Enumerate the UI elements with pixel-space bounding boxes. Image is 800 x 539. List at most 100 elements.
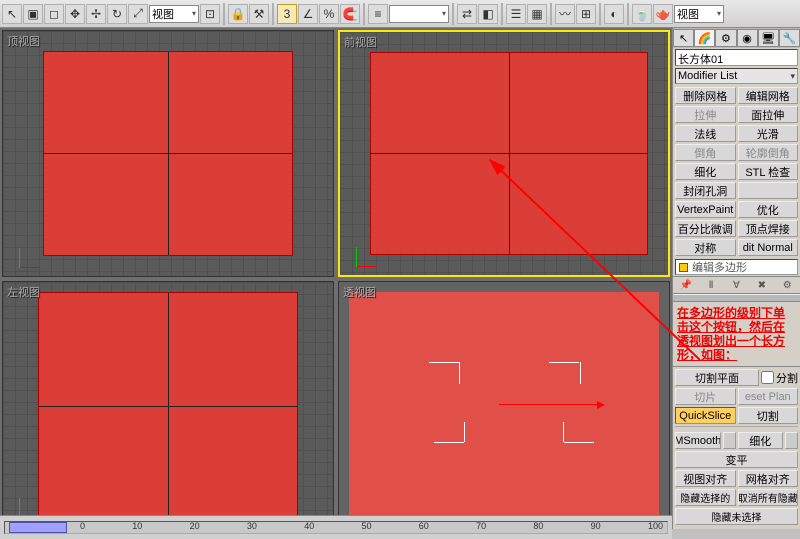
make-planar-button[interactable]: 变平 [675, 451, 798, 468]
split-checkbox[interactable]: 分割 [761, 369, 798, 386]
mirror-icon[interactable]: ⇄ [457, 4, 477, 24]
viewport-left[interactable]: 左视图 [2, 281, 334, 528]
grid-align-button[interactable]: 网格对齐 [738, 470, 799, 487]
slice-plane-button[interactable]: 切割平面 [675, 369, 759, 386]
remove-modifier-icon[interactable]: ✖ [754, 278, 770, 292]
viewport-label: 前视图 [344, 34, 377, 50]
time-slider[interactable]: 010 2030 4050 6070 8090 100 [4, 521, 668, 534]
render-view-dropdown[interactable]: 视图 [674, 5, 724, 23]
msmooth-settings-button[interactable] [723, 432, 736, 449]
symmetry-button[interactable]: 对称 [675, 239, 736, 256]
hide-selected-button[interactable]: 隐藏选择的 [675, 489, 736, 506]
separator [627, 3, 629, 25]
command-panel-tabs: ↖ 🌈 ⚙ ◉ 🖥 🔧 [673, 28, 800, 48]
scene-explorer-icon[interactable]: ▦ [527, 4, 547, 24]
separator [550, 3, 552, 25]
face-extrude-button[interactable]: 面拉伸 [738, 106, 799, 123]
red-plane [38, 292, 298, 522]
modifier-list-dropdown[interactable]: Modifier List [675, 68, 798, 84]
make-unique-icon[interactable]: ∀ [728, 278, 744, 292]
tab-utilities[interactable]: 🔧 [779, 29, 800, 47]
separator [501, 3, 503, 25]
rotate-icon[interactable]: ↻ [107, 4, 127, 24]
object-name-field[interactable]: 长方体01 [675, 49, 798, 66]
view-align-button[interactable]: 视图对齐 [675, 470, 736, 487]
scale-icon[interactable]: ⤢ [128, 4, 148, 24]
tab-create[interactable]: ↖ [673, 29, 694, 47]
cut-button[interactable]: 切割 [738, 407, 799, 424]
quickslice-button[interactable]: QuickSlice [675, 407, 736, 424]
tessellate2-button[interactable]: 细化 [738, 432, 784, 449]
viewport-perspective[interactable]: 透视图 [338, 281, 670, 528]
named-selection-dropdown[interactable] [389, 5, 449, 23]
curve-editor-icon[interactable]: 〰 [555, 4, 575, 24]
tessellate-settings-button[interactable] [785, 432, 798, 449]
edit-geometry-section: 切割平面 分割 切片 eset Plan QuickSlice 切割 MSmoo… [673, 366, 800, 529]
render-icon[interactable]: 🫖 [653, 4, 673, 24]
tab-hierarchy[interactable]: ⚙ [715, 29, 736, 47]
schematic-view-icon[interactable]: ⊞ [576, 4, 596, 24]
snap-toggle-icon[interactable]: 3 [277, 4, 297, 24]
normal-button[interactable]: 法线 [675, 125, 736, 142]
select-lock-icon[interactable]: 🔒 [228, 4, 248, 24]
reference-coord-dropdown[interactable]: 视图 [149, 5, 199, 23]
percent-snap-icon[interactable]: % [319, 4, 339, 24]
show-end-result-icon[interactable]: Ⅱ [703, 278, 719, 292]
select-region-icon[interactable]: ▣ [23, 4, 43, 24]
viewport-top[interactable]: 顶视图 [2, 30, 334, 277]
extrude-button[interactable]: 拉伸 [675, 106, 736, 123]
angle-snap-icon[interactable]: ∠ [298, 4, 318, 24]
hide-unselected-button[interactable]: 隐藏未选择 [675, 508, 798, 525]
viewport-front[interactable]: 前视图 [338, 30, 670, 277]
axis-gizmo [346, 235, 380, 269]
edit-normal-button[interactable]: dit Normal [738, 239, 799, 256]
rollout-header[interactable] [673, 294, 800, 302]
percent-adjust-button[interactable]: 百分比微调 [675, 220, 736, 237]
time-slider-handle[interactable] [9, 522, 67, 533]
status-bar: 010 2030 4050 6070 8090 100 [0, 515, 672, 539]
stl-check-button[interactable]: STL 检查 [738, 163, 799, 180]
msmooth-button[interactable]: MSmooth [675, 432, 721, 449]
spinner-snap-icon[interactable]: 🧲 [340, 4, 360, 24]
bevel-button[interactable]: 倒角 [675, 144, 736, 161]
viewport-label: 顶视图 [7, 33, 40, 49]
align-icon[interactable]: ◧ [478, 4, 498, 24]
manipulate-icon[interactable]: ⚒ [249, 4, 269, 24]
crosshair-icon[interactable]: ✥ [65, 4, 85, 24]
render-setup-icon[interactable]: 🍵 [632, 4, 652, 24]
cap-holes-button[interactable]: 封闭孔洞 [675, 182, 736, 199]
pivot-icon[interactable]: ⊡ [200, 4, 220, 24]
tab-modify[interactable]: 🌈 [694, 29, 715, 47]
vertex-paint-button[interactable]: VertexPaint [675, 201, 736, 218]
main-toolbar: ↖ ▣ ◻ ✥ ✢ ↻ ⤢ 视图 ⊡ 🔒 ⚒ 3 ∠ % 🧲 ≡ ⇄ ◧ ☰ ▦… [0, 0, 800, 28]
pin-stack-icon[interactable]: 📌 [678, 278, 694, 292]
stack-tool-icons: 📌 Ⅱ ∀ ✖ ⚙ [673, 276, 800, 294]
optimize-button[interactable]: 优化 [738, 201, 799, 218]
modifier-button-grid: 删除网格 编辑网格 拉伸 面拉伸 法线 光滑 倒角 轮廓倒角 细化 STL 检查… [673, 85, 800, 258]
vertex-weld-button[interactable]: 顶点焊接 [738, 220, 799, 237]
delete-mesh-button[interactable]: 删除网格 [675, 87, 736, 104]
layers-icon[interactable]: ☰ [506, 4, 526, 24]
named-sel-icon[interactable]: ≡ [368, 4, 388, 24]
material-editor-icon[interactable]: ◐ [604, 4, 624, 24]
modifier-stack-item[interactable]: 编辑多边形 [675, 259, 798, 275]
slice-button[interactable]: 切片 [675, 388, 736, 405]
smooth-button[interactable]: 光滑 [738, 125, 799, 142]
separator [452, 3, 454, 25]
separator [272, 3, 274, 25]
tab-display[interactable]: 🖥 [758, 29, 779, 47]
configure-icon[interactable]: ⚙ [779, 278, 795, 292]
unhide-all-button[interactable]: 取消所有隐藏 [738, 489, 799, 506]
outline-bevel-button[interactable]: 轮廓倒角 [738, 144, 799, 161]
select-rect-icon[interactable]: ◻ [44, 4, 64, 24]
reset-plane-button[interactable]: eset Plan [738, 388, 799, 405]
edit-mesh-button[interactable]: 编辑网格 [738, 87, 799, 104]
move-icon[interactable]: ✢ [86, 4, 106, 24]
viewport-grid: 顶视图 前视图 左视图 [0, 28, 672, 529]
viewport-label: 透视图 [343, 284, 376, 300]
cursor-icon[interactable]: ↖ [2, 4, 22, 24]
tab-motion[interactable]: ◉ [737, 29, 758, 47]
red-plane [43, 51, 293, 256]
tessellate-button[interactable]: 细化 [675, 163, 736, 180]
empty-button[interactable] [738, 182, 799, 199]
